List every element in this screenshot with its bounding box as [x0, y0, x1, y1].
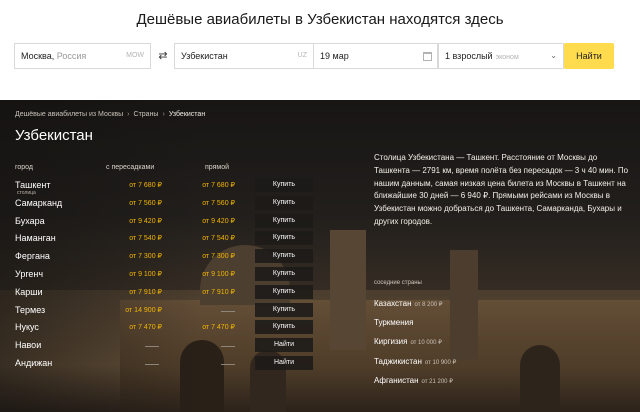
- city-name[interactable]: Наманган: [15, 233, 56, 243]
- column-header-direct: прямой: [205, 164, 230, 171]
- city-name[interactable]: Карши: [15, 287, 43, 297]
- passengers-select[interactable]: 1 взрослый эконом ⌄: [438, 43, 564, 69]
- city-name[interactable]: Андижан: [15, 358, 52, 368]
- table-row: Бухара от 9 420 ₽ от 9 420 ₽ Купить: [0, 213, 320, 231]
- buy-button[interactable]: Купить: [255, 284, 313, 299]
- price-direct[interactable]: от 7 300 ₽: [202, 252, 235, 260]
- price-with-stops[interactable]: от 9 420 ₽: [129, 217, 162, 225]
- neighbor-country-name: Таджикистан: [374, 356, 422, 366]
- city-name[interactable]: Самарканд: [15, 198, 62, 208]
- breadcrumb-current: Узбекистан: [168, 111, 206, 118]
- breadcrumb-separator: ›: [127, 111, 130, 118]
- date-field[interactable]: 19 мар: [313, 43, 438, 69]
- origin-city: Москва,: [21, 51, 55, 61]
- neighbor-country-price: от 10 900 ₽: [424, 359, 457, 366]
- buy-button[interactable]: Купить: [255, 195, 313, 210]
- neighbor-country-price: от 21 200 ₽: [421, 378, 453, 385]
- city-name[interactable]: Ургенч: [15, 269, 43, 279]
- neighbor-country-link[interactable]: Казахстан от 8 200 ₽: [374, 299, 443, 313]
- city-name[interactable]: Ташкент: [15, 180, 50, 190]
- table-row: Ташкент столица от 7 680 ₽ от 7 680 ₽ Купить: [0, 178, 320, 196]
- buy-button[interactable]: Купить: [255, 249, 313, 264]
- no-price-dash: [145, 346, 159, 348]
- swap-directions-icon[interactable]: ⇄: [155, 43, 171, 69]
- origin-code: MOW: [126, 52, 144, 59]
- table-row: Андижан Найти: [0, 356, 320, 373]
- city-name[interactable]: Навои: [15, 340, 41, 350]
- buy-button[interactable]: Купить: [255, 320, 313, 335]
- page-title: Узбекистан: [15, 127, 93, 144]
- price-with-stops[interactable]: от 7 300 ₽: [129, 252, 162, 260]
- city-name[interactable]: Бухара: [15, 216, 45, 226]
- price-direct[interactable]: от 7 680 ₽: [202, 181, 235, 189]
- calendar-icon: [423, 52, 432, 61]
- chevron-down-icon: ⌄: [550, 51, 557, 60]
- buy-button[interactable]: Купить: [255, 178, 313, 192]
- price-with-stops[interactable]: от 9 100 ₽: [129, 270, 162, 278]
- origin-country: Россия: [54, 51, 87, 61]
- city-name[interactable]: Фергана: [15, 251, 50, 261]
- no-price-dash: [221, 310, 235, 312]
- breadcrumb-link[interactable]: Страны: [134, 111, 159, 118]
- price-with-stops[interactable]: от 14 900 ₽: [125, 306, 162, 314]
- price-with-stops[interactable]: от 7 680 ₽: [129, 181, 162, 189]
- breadcrumb: Дешёвые авиабилеты из Москвы › Страны › Узбе…: [15, 111, 205, 118]
- find-button[interactable]: Найти: [564, 43, 614, 69]
- table-row: Карши от 7 910 ₽ от 7 910 ₽ Купить: [0, 284, 320, 302]
- price-direct[interactable]: от 7 540 ₽: [202, 234, 235, 242]
- table-row: Навои Найти: [0, 338, 320, 355]
- neighbor-country-price: от 10 000 ₽: [410, 340, 442, 347]
- neighbor-country-price: от 8 200 ₽: [414, 302, 443, 308]
- no-price-dash: [145, 364, 159, 365]
- price-direct[interactable]: от 7 910 ₽: [202, 288, 235, 296]
- no-price-dash: [221, 346, 235, 348]
- city-name[interactable]: Термез: [15, 305, 45, 315]
- neighbor-country-name: Казахстан: [374, 299, 412, 308]
- buy-button[interactable]: Купить: [255, 213, 313, 228]
- date-value: 19 мар: [320, 51, 349, 61]
- find-city-button[interactable]: Найти: [255, 338, 313, 353]
- neighbor-country-name: Туркмения: [374, 318, 414, 328]
- price-with-stops[interactable]: от 7 470 ₽: [129, 323, 162, 331]
- table-row: Нукус от 7 470 ₽ от 7 470 ₽ Купить: [0, 320, 320, 337]
- column-header-city: город: [15, 164, 34, 171]
- neighbor-country-name: Афганистан: [374, 375, 419, 385]
- origin-field[interactable]: Москва, Россия MOW: [14, 43, 151, 69]
- neighbor-country-link[interactable]: Таджикистан от 10 900 ₽: [374, 357, 456, 371]
- city-name[interactable]: Нукус: [15, 322, 39, 332]
- table-row: Самарканд от 7 560 ₽ от 7 560 ₽ Купить: [0, 195, 320, 213]
- neighbor-country-link[interactable]: Туркмения: [374, 318, 413, 332]
- breadcrumb-link[interactable]: Дешёвые авиабилеты из Москвы: [15, 111, 123, 118]
- price-direct[interactable]: от 7 560 ₽: [202, 199, 235, 207]
- table-row: Ургенч от 9 100 ₽ от 9 100 ₽ Купить: [0, 267, 320, 284]
- price-direct[interactable]: от 9 420 ₽: [202, 217, 235, 225]
- table-row: Фергана от 7 300 ₽ от 7 300 ₽ Купить: [0, 249, 320, 266]
- price-direct[interactable]: от 9 100 ₽: [202, 270, 235, 278]
- neighbor-country-link[interactable]: Афганистан от 21 200 ₽: [374, 376, 453, 390]
- price-with-stops[interactable]: от 7 560 ₽: [129, 199, 162, 207]
- passengers-value: 1 взрослый: [445, 51, 493, 61]
- neighbor-country-name: Киргизия: [374, 337, 408, 347]
- neighbor-country-link[interactable]: Киргизия от 10 000 ₽: [374, 337, 442, 351]
- cabin-class: эконом: [495, 54, 519, 61]
- buy-button[interactable]: Купить: [255, 231, 313, 246]
- breadcrumb-separator: ›: [162, 111, 165, 118]
- price-with-stops[interactable]: от 7 540 ₽: [129, 234, 162, 242]
- destination-name: Узбекистан: [181, 51, 228, 61]
- table-row: Наманган от 7 540 ₽ от 7 540 ₽ Купить: [0, 231, 320, 248]
- page-headline: Дешёвые авиабилеты в Узбекистан находятс…: [136, 11, 504, 28]
- price-direct[interactable]: от 7 470 ₽: [202, 323, 235, 331]
- find-city-button[interactable]: Найти: [255, 356, 313, 370]
- price-with-stops[interactable]: от 7 910 ₽: [129, 288, 162, 296]
- destination-field[interactable]: Узбекистан UZ: [174, 43, 314, 69]
- country-hero: Дешёвые авиабилеты из Москвы › Страны › Узбе…: [0, 100, 640, 412]
- table-row: Термез от 14 900 ₽ Купить: [0, 302, 320, 320]
- column-header-stops: с пересадками: [106, 164, 155, 171]
- no-price-dash: [221, 364, 235, 365]
- neighbors-heading: соседние страны: [374, 280, 422, 286]
- buy-button[interactable]: Купить: [255, 267, 313, 281]
- destination-code: UZ: [297, 52, 307, 59]
- country-description: Столица Узбекистана — Ташкент. Расстояни…: [374, 153, 629, 226]
- buy-button[interactable]: Купить: [255, 302, 313, 317]
